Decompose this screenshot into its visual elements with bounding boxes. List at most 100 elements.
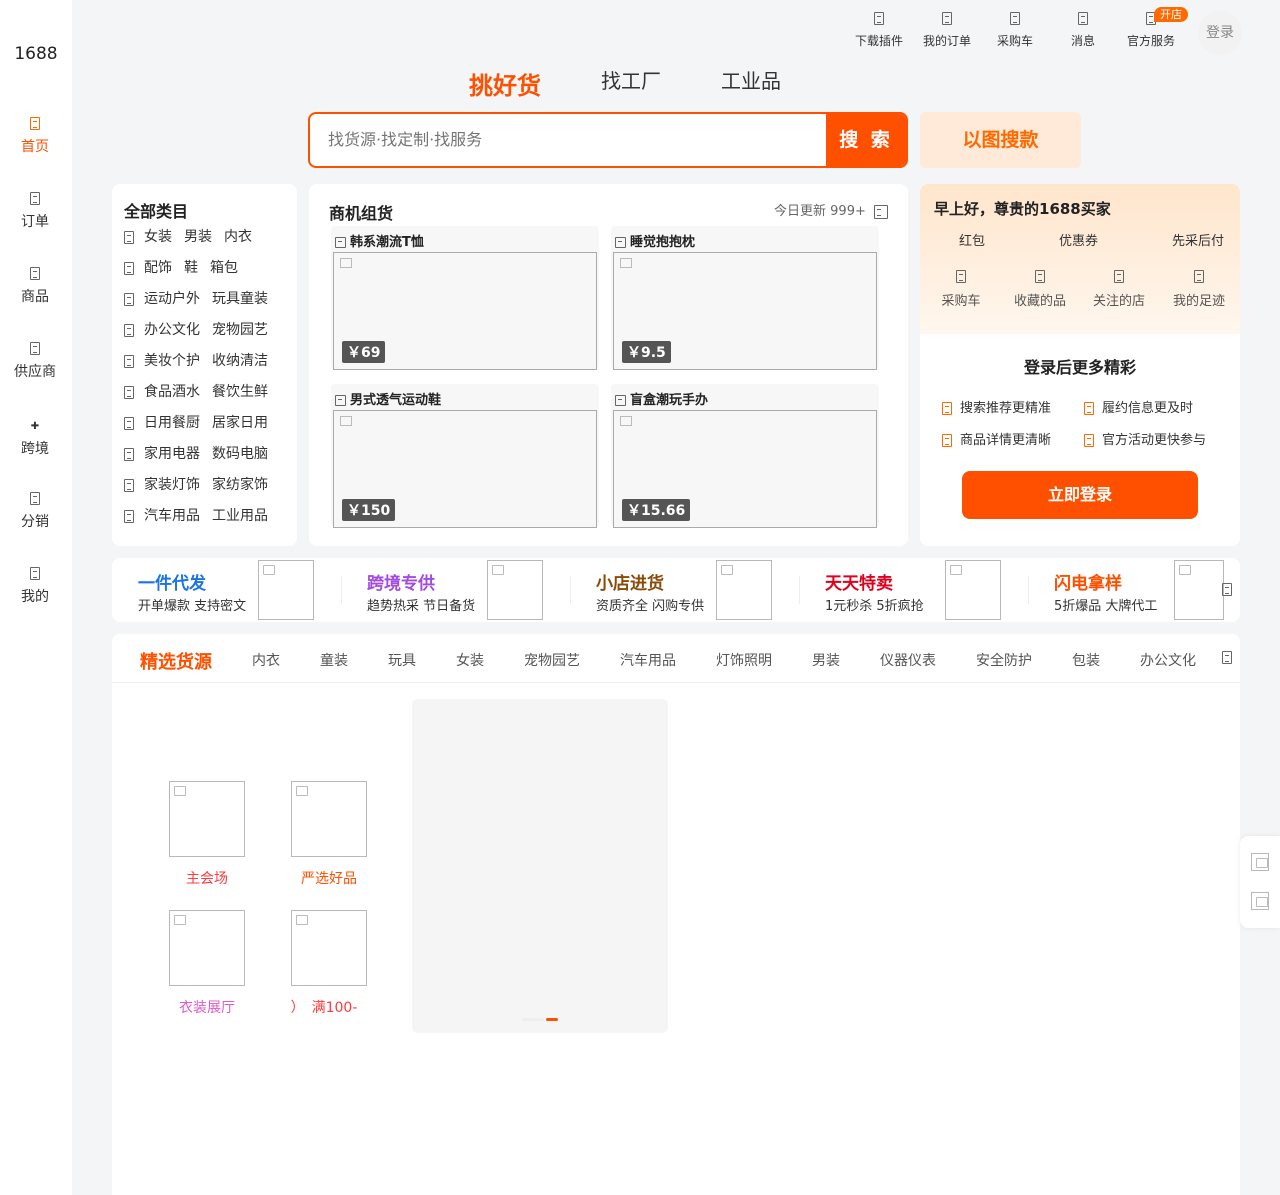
- venue-image[interactable]: [169, 781, 245, 857]
- promo-title: 天天特卖: [825, 574, 893, 594]
- sidebar-item-cross-border[interactable]: ✚ 跨境: [0, 421, 70, 458]
- category-link[interactable]: 数码电脑: [212, 446, 268, 462]
- selected-tab[interactable]: 灯饰照明: [716, 650, 772, 670]
- venue-image[interactable]: [291, 910, 367, 986]
- perk-red-packet[interactable]: 红包: [959, 230, 985, 249]
- category-link[interactable]: 工业用品: [212, 508, 268, 524]
- perk-pay-later[interactable]: 先采后付: [1172, 230, 1224, 249]
- sidebar-item-profile[interactable]: 我的: [0, 567, 70, 606]
- business-card-title: 韩系潮流T恤: [350, 235, 424, 250]
- back-to-top-icon[interactable]: [1251, 892, 1269, 910]
- my-orders-icon: [942, 12, 952, 25]
- tab-find-factory[interactable]: 找工厂: [601, 65, 661, 94]
- category-link[interactable]: 女装: [144, 229, 172, 245]
- venue-label[interactable]: 主会场: [159, 868, 255, 888]
- selected-tab[interactable]: 宠物园艺: [524, 650, 580, 670]
- category-link[interactable]: 日用餐厨: [144, 415, 200, 431]
- category-link[interactable]: 收纳清洁: [212, 353, 268, 369]
- footprint-icon: [1194, 270, 1204, 283]
- business-card-price: ￥69: [342, 341, 386, 363]
- category-link[interactable]: 玩具童装: [212, 291, 268, 307]
- selected-tab[interactable]: 童装: [320, 650, 348, 670]
- venue-image[interactable]: [169, 910, 245, 986]
- category-link[interactable]: 运动户外: [144, 291, 200, 307]
- next-arrow-icon[interactable]: [1222, 651, 1232, 664]
- selected-tab[interactable]: 玩具: [388, 650, 416, 670]
- selected-tab[interactable]: 包装: [1072, 650, 1100, 670]
- next-arrow-icon[interactable]: [1222, 583, 1232, 596]
- search-button[interactable]: 搜 索: [826, 114, 906, 166]
- business-card-label: 男式透气运动鞋: [335, 389, 441, 408]
- topbar-message[interactable]: 消息: [1053, 12, 1113, 49]
- sidebar-item-order[interactable]: 订单: [0, 192, 70, 231]
- selected-tab[interactable]: 仪器仪表: [880, 650, 936, 670]
- venue-image[interactable]: [291, 781, 367, 857]
- site-logo[interactable]: 1688: [0, 44, 72, 64]
- benefit-item: 搜索推荐更精准: [942, 397, 1051, 416]
- login-avatar-button[interactable]: 登录: [1198, 11, 1242, 55]
- category-link[interactable]: 餐饮生鲜: [212, 384, 268, 400]
- selected-tab[interactable]: 内衣: [252, 650, 280, 670]
- category-link[interactable]: 宠物园艺: [212, 322, 268, 338]
- open-store-badge[interactable]: 开店: [1154, 7, 1188, 22]
- selected-tab[interactable]: 办公文化: [1140, 650, 1196, 670]
- business-card[interactable]: 韩系潮流T恤 ￥69: [331, 226, 599, 370]
- selected-tab[interactable]: 女装: [456, 650, 484, 670]
- selected-tab[interactable]: 安全防护: [976, 650, 1032, 670]
- search-input[interactable]: [328, 114, 808, 166]
- promo-dropship[interactable]: 一件代发 开单爆款 支持密文: [138, 558, 338, 622]
- promo-quick-sample[interactable]: 闪电拿样 5折爆品 大牌代工: [1054, 558, 1224, 622]
- login-button[interactable]: 立即登录: [962, 471, 1198, 519]
- business-update-link[interactable]: 今日更新 999+: [774, 200, 888, 219]
- category-link[interactable]: 内衣: [224, 229, 252, 245]
- carousel-dot[interactable]: [522, 1018, 544, 1021]
- sidebar-item-home[interactable]: 首页: [0, 117, 70, 156]
- banner-carousel[interactable]: [412, 699, 668, 1033]
- shortcut-purchase-cart[interactable]: 采购车: [926, 270, 996, 309]
- business-card[interactable]: 睡觉抱抱枕 ￥9.5: [611, 226, 879, 370]
- selected-tab[interactable]: 汽车用品: [620, 650, 676, 670]
- category-link[interactable]: 家纺家饰: [212, 477, 268, 493]
- category-link[interactable]: 办公文化: [144, 322, 200, 338]
- selected-tab[interactable]: 男装: [812, 650, 840, 670]
- sidebar-item-distribution[interactable]: 分销: [0, 492, 70, 531]
- category-icon: [124, 323, 134, 337]
- selected-sources-title[interactable]: 精选货源: [140, 648, 212, 674]
- promo-small-store[interactable]: 小店进货 资质齐全 闪购专供: [596, 558, 796, 622]
- venue-label[interactable]: 衣装展厅: [159, 997, 255, 1017]
- perk-coupon[interactable]: 优惠券: [1059, 230, 1098, 249]
- business-card[interactable]: 盲盒潮玩手办 ￥15.66: [611, 384, 879, 528]
- category-link[interactable]: 鞋: [184, 260, 198, 276]
- topbar-download-plugin[interactable]: 下载插件: [849, 12, 909, 49]
- category-link[interactable]: 家装灯饰: [144, 477, 200, 493]
- carousel-dot-active[interactable]: [546, 1018, 558, 1021]
- venue-label[interactable]: 严选好品: [281, 868, 377, 888]
- divider: [799, 576, 800, 604]
- feedback-icon[interactable]: [1251, 853, 1269, 871]
- category-link[interactable]: 配饰: [144, 260, 172, 276]
- business-card[interactable]: 男式透气运动鞋 ￥150: [331, 384, 599, 528]
- sidebar-item-goods[interactable]: 商品: [0, 267, 70, 306]
- shortcut-favorites[interactable]: 收藏的品: [1005, 270, 1075, 309]
- category-link[interactable]: 男装: [184, 229, 212, 245]
- business-card-label: 韩系潮流T恤: [335, 231, 424, 250]
- venue-label[interactable]: ） 满100-: [281, 997, 367, 1017]
- topbar-purchase-cart[interactable]: 采购车: [985, 12, 1045, 49]
- checkbox-icon: [615, 237, 626, 248]
- category-link[interactable]: 美妆个护: [144, 353, 200, 369]
- sidebar-item-supplier[interactable]: 供应商: [0, 342, 70, 381]
- promo-daily-sale[interactable]: 天天特卖 1元秒杀 5折疯抢: [825, 558, 1025, 622]
- image-search-button[interactable]: 以图搜款: [920, 112, 1081, 168]
- tab-pick-goods[interactable]: 挑好货: [469, 66, 541, 101]
- category-link[interactable]: 居家日用: [212, 415, 268, 431]
- promo-cross-border[interactable]: 跨境专供 趋势热采 节日备货: [367, 558, 567, 622]
- shortcut-followed-stores[interactable]: 关注的店: [1084, 270, 1154, 309]
- tab-industrial[interactable]: 工业品: [721, 65, 781, 94]
- shortcut-footprints[interactable]: 我的足迹: [1164, 270, 1234, 309]
- favorites-icon: [1035, 270, 1045, 283]
- category-link[interactable]: 汽车用品: [144, 508, 200, 524]
- category-link[interactable]: 家用电器: [144, 446, 200, 462]
- category-link[interactable]: 食品酒水: [144, 384, 200, 400]
- category-link[interactable]: 箱包: [210, 260, 238, 276]
- topbar-my-orders[interactable]: 我的订单: [917, 12, 977, 49]
